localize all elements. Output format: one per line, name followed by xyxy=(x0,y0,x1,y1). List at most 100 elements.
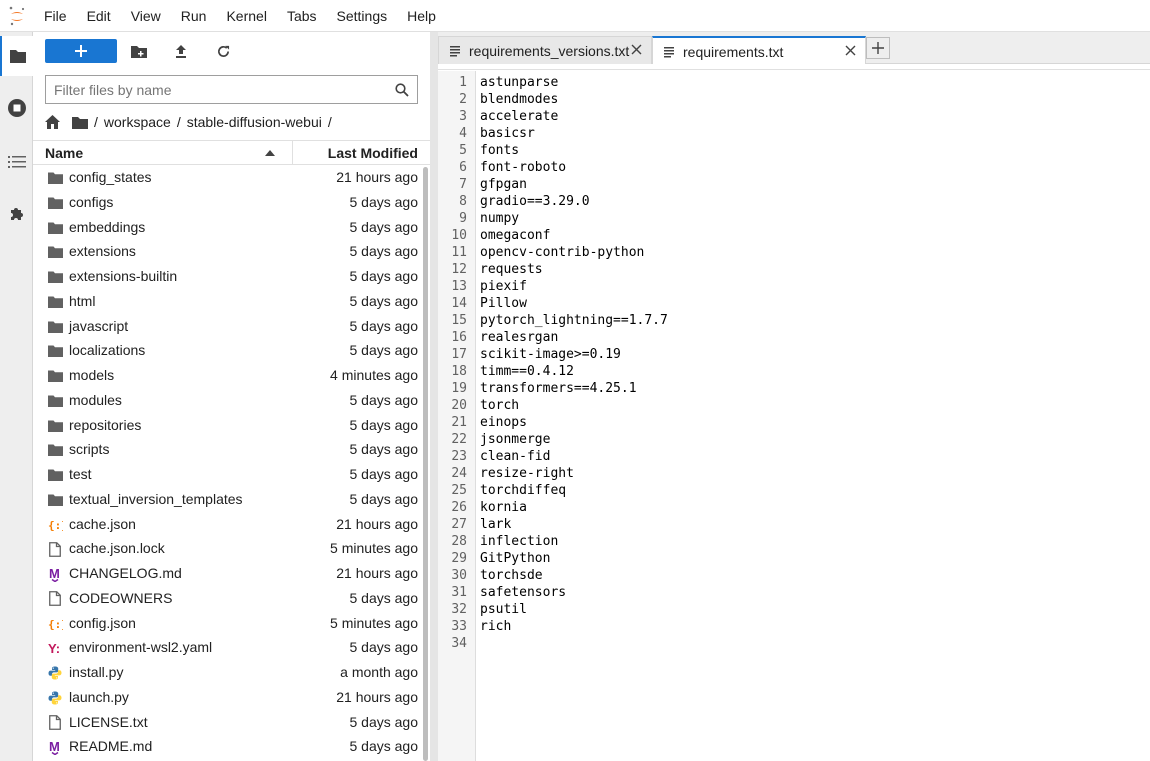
file-row[interactable]: test 5 days ago xyxy=(33,462,424,487)
file-browser-tab-icon[interactable] xyxy=(0,36,33,76)
new-launcher-button[interactable] xyxy=(45,39,117,63)
sort-ascending-icon[interactable] xyxy=(265,150,275,156)
close-icon[interactable] xyxy=(631,44,643,56)
breadcrumb-item-stable-diffusion-webui[interactable]: stable-diffusion-webui xyxy=(187,114,322,130)
upload-icon[interactable] xyxy=(169,40,193,62)
code-line[interactable]: fonts xyxy=(480,143,519,158)
code-line[interactable]: gradio==3.29.0 xyxy=(480,194,590,209)
new-tab-button[interactable] xyxy=(866,37,890,59)
code-line[interactable]: opencv-contrib-python xyxy=(480,245,644,260)
code-line[interactable]: font-roboto xyxy=(480,160,566,175)
code-line[interactable]: jsonmerge xyxy=(480,432,550,447)
code-line[interactable]: inflection xyxy=(480,534,558,549)
code-line[interactable]: resize-right xyxy=(480,466,574,481)
file-row[interactable]: localizations 5 days ago xyxy=(33,338,424,363)
file-row[interactable]: extensions-builtin 5 days ago xyxy=(33,264,424,289)
menu-kernel[interactable]: Kernel xyxy=(216,0,276,32)
file-row[interactable]: embeddings 5 days ago xyxy=(33,215,424,240)
code-line[interactable]: lark xyxy=(480,517,511,532)
refresh-icon[interactable] xyxy=(211,40,235,62)
code-line[interactable]: piexif xyxy=(480,279,527,294)
code-line[interactable]: requests xyxy=(480,262,543,277)
file-row[interactable]: textual_inversion_templates 5 days ago xyxy=(33,487,424,512)
file-row[interactable]: configs 5 days ago xyxy=(33,190,424,215)
menu-settings[interactable]: Settings xyxy=(327,0,398,32)
code-line[interactable]: rich xyxy=(480,619,511,634)
code-line[interactable]: safetensors xyxy=(480,585,566,600)
column-divider[interactable] xyxy=(292,141,293,164)
code-line[interactable]: torchdiffeq xyxy=(480,483,566,498)
file-row[interactable]: models 4 minutes ago xyxy=(33,363,424,388)
new-folder-icon[interactable] xyxy=(127,40,151,62)
code-line[interactable]: psutil xyxy=(480,602,527,617)
file-row[interactable]: CODEOWNERS 5 days ago xyxy=(33,586,424,611)
code-line[interactable]: einops xyxy=(480,415,527,430)
table-of-contents-icon[interactable] xyxy=(0,142,33,182)
file-row[interactable]: scripts 5 days ago xyxy=(33,437,424,462)
file-row[interactable]: launch.py 21 hours ago xyxy=(33,685,424,710)
file-row[interactable]: Y: environment-wsl2.yaml 5 days ago xyxy=(33,635,424,660)
code-line[interactable]: torch xyxy=(480,398,519,413)
file-row[interactable]: html 5 days ago xyxy=(33,289,424,314)
line-number: 7 xyxy=(459,177,467,192)
code-line[interactable]: kornia xyxy=(480,500,527,515)
file-row[interactable]: M README.md 5 days ago xyxy=(33,734,424,759)
file-row[interactable]: modules 5 days ago xyxy=(33,388,424,413)
code-line[interactable]: numpy xyxy=(480,211,519,226)
menu-edit[interactable]: Edit xyxy=(77,0,121,32)
file-row[interactable]: repositories 5 days ago xyxy=(33,413,424,438)
plus-icon xyxy=(872,42,884,54)
code-line[interactable]: omegaconf xyxy=(480,228,550,243)
file-row[interactable]: extensions 5 days ago xyxy=(33,239,424,264)
code-line[interactable]: realesrgan xyxy=(480,330,558,345)
file-row[interactable]: {:} config.json 5 minutes ago xyxy=(33,611,424,636)
menu-bar: File Edit View Run Kernel Tabs Settings Help xyxy=(0,0,1150,32)
code-line[interactable]: astunparse xyxy=(480,75,558,90)
breadcrumb-item-workspace[interactable]: workspace xyxy=(104,114,171,130)
file-row[interactable]: install.py a month ago xyxy=(33,660,424,685)
column-header-name[interactable]: Name xyxy=(45,145,83,161)
jupyter-logo-icon[interactable] xyxy=(0,0,34,32)
running-terminals-kernels-icon[interactable] xyxy=(0,88,33,128)
code-line[interactable]: scikit-image>=0.19 xyxy=(480,347,621,362)
code-line[interactable]: blendmodes xyxy=(480,92,558,107)
menu-run[interactable]: Run xyxy=(171,0,217,32)
file-listing-scrollbar[interactable] xyxy=(423,167,428,761)
code-line[interactable]: clean-fid xyxy=(480,449,550,464)
menu-tabs[interactable]: Tabs xyxy=(277,0,327,32)
line-number: 15 xyxy=(451,313,467,328)
markdown-file-icon: M xyxy=(47,566,63,582)
text-editor[interactable]: 1 2 3 4 5 6 7 8 9 10 11 12 13 14 15 16 17 18 19 20 21 22 23 24 2… xyxy=(438,71,1150,761)
filter-files-input[interactable] xyxy=(54,81,395,98)
file-row[interactable]: M CHANGELOG.md 21 hours ago xyxy=(33,561,424,586)
menu-view[interactable]: View xyxy=(121,0,171,32)
menu-help[interactable]: Help xyxy=(397,0,446,32)
panel-splitter[interactable] xyxy=(430,32,438,761)
code-line[interactable]: basicsr xyxy=(480,126,535,141)
code-line[interactable]: gfpgan xyxy=(480,177,527,192)
file-listing: config_states 21 hours ago configs 5 days a… xyxy=(33,165,424,761)
file-row[interactable]: javascript 5 days ago xyxy=(33,314,424,339)
tab-requirements-versions[interactable]: requirements_versions.txt xyxy=(438,36,652,64)
file-row[interactable]: cache.json.lock 5 minutes ago xyxy=(33,536,424,561)
code-line[interactable]: GitPython xyxy=(480,551,550,566)
root-folder-icon[interactable] xyxy=(72,116,88,129)
file-modified: 5 days ago xyxy=(349,441,419,458)
file-row[interactable]: LICENSE.txt 5 days ago xyxy=(33,710,424,735)
code-line[interactable]: timm==0.4.12 xyxy=(480,364,574,379)
file-name: configs xyxy=(69,193,114,210)
file-row[interactable]: {:} cache.json 21 hours ago xyxy=(33,512,424,537)
file-row[interactable]: config_states 21 hours ago xyxy=(33,165,424,190)
code-line[interactable]: transformers==4.25.1 xyxy=(480,381,637,396)
filter-files-field[interactable] xyxy=(45,75,418,104)
column-header-last-modified[interactable]: Last Modified xyxy=(328,145,418,161)
menu-file[interactable]: File xyxy=(34,0,77,32)
code-line[interactable]: torchsde xyxy=(480,568,543,583)
tab-requirements[interactable]: requirements.txt xyxy=(652,36,866,65)
code-line[interactable]: Pillow xyxy=(480,296,527,311)
home-icon[interactable] xyxy=(45,115,60,129)
code-line[interactable]: pytorch_lightning==1.7.7 xyxy=(480,313,668,328)
close-icon[interactable] xyxy=(845,45,857,57)
code-line[interactable]: accelerate xyxy=(480,109,558,124)
extension-manager-puzzle-icon[interactable] xyxy=(0,194,33,234)
